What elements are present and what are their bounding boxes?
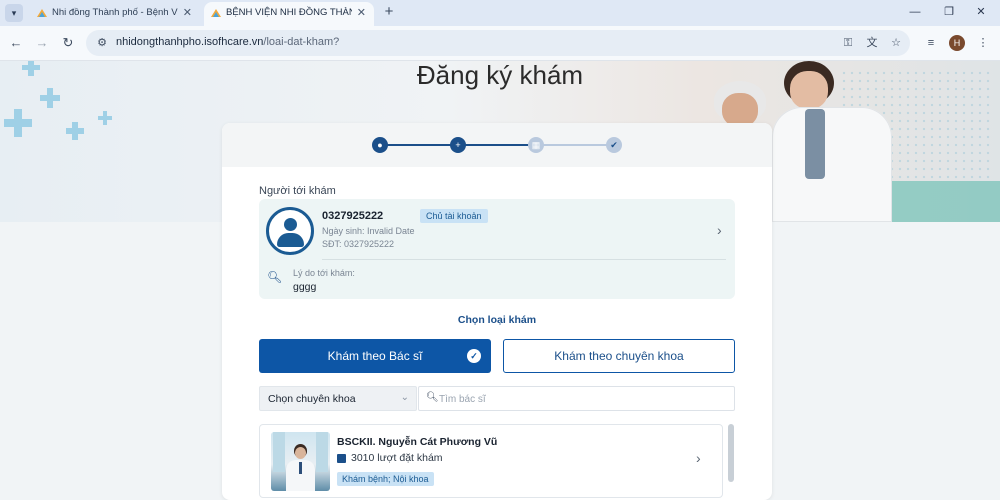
by-doctor-button[interactable]: Khám theo Bác sĩ ✓ — [259, 339, 491, 373]
translate-icon[interactable]: 文 — [864, 35, 880, 51]
more-menu-icon[interactable]: ⋮ — [975, 35, 991, 51]
step-patient: ● — [372, 137, 388, 153]
forward-arrow-icon[interactable]: → — [33, 34, 51, 52]
step-connector — [543, 144, 613, 146]
booking-card: ● + ▦ ✔ Người tới khám 0327925222 Chủ tà… — [222, 123, 772, 500]
restore-icon[interactable]: ❐ — [938, 3, 960, 21]
chevron-right-icon[interactable]: › — [717, 222, 722, 238]
tab-title: BỆNH VIỆN NHI ĐỒNG THÀNH — [226, 7, 352, 18]
address-bar[interactable]: ⚙ nhidongthanhpho.isofhcare.vn/loai-dat-… — [86, 30, 910, 56]
page-title: Đăng ký khám — [416, 60, 584, 90]
chevron-down-icon: ⌄ — [400, 392, 409, 403]
divider — [322, 259, 726, 260]
patient-phone: 0327925222 — [322, 210, 384, 222]
reason-label: Lý do tới khám: — [293, 268, 355, 278]
tab-close-icon[interactable]: ✕ — [183, 2, 192, 24]
back-arrow-icon[interactable]: ← — [7, 34, 25, 52]
calendar-icon — [337, 454, 346, 463]
stepper: ● + ▦ ✔ — [222, 123, 772, 167]
decor-cross — [47, 88, 53, 108]
doctor-name: BSCKII. Nguyễn Cát Phương Vũ — [337, 436, 498, 448]
url-text: nhidongthanhpho.isofhcare.vn/loai-dat-kh… — [116, 36, 340, 48]
plus-icon: + — [455, 140, 461, 150]
minimize-icon[interactable]: — — [904, 3, 926, 21]
patient-label: Người tới khám — [259, 185, 336, 197]
patient-box[interactable]: 0327925222 Chủ tài khoản Ngày sinh: Inva… — [259, 199, 735, 299]
site-settings-icon[interactable]: ⚙ — [94, 35, 110, 51]
browser-toolbar: ← → ↻ ⚙ nhidongthanhpho.isofhcare.vn/loa… — [0, 26, 1000, 61]
hospital-favicon-icon — [37, 9, 47, 17]
doctor-photo — [271, 432, 330, 491]
patient-face-image — [722, 93, 758, 127]
profile-avatar[interactable]: H — [949, 35, 965, 51]
step-connector — [387, 144, 457, 146]
tab-close-icon[interactable]: ✕ — [357, 2, 366, 24]
doctor-scrubs-image — [805, 109, 825, 179]
reading-list-icon[interactable]: ≡ — [923, 35, 939, 51]
password-key-icon[interactable]: ⚿ — [840, 35, 856, 51]
search-reason-icon: 🔍︎ — [267, 270, 283, 284]
by-specialty-button[interactable]: Khám theo chuyên khoa — [503, 339, 735, 373]
tab-nhidong-2-active[interactable]: BỆNH VIỆN NHI ĐỒNG THÀNH ✕ — [204, 2, 374, 26]
decor-cross — [14, 109, 22, 137]
by-doctor-label: Khám theo Bác sĩ — [327, 349, 423, 363]
close-window-icon[interactable]: ✕ — [970, 3, 992, 21]
choose-type-label: Chọn loại khám — [457, 314, 537, 326]
tab-nhidong-1[interactable]: Nhi đồng Thành phố - Bệnh Việ ✕ — [30, 2, 200, 26]
doctor-bookings: 3010 lượt đặt khám — [351, 452, 443, 464]
browser-tab-bar: ▾ Nhi đồng Thành phố - Bệnh Việ ✕ BỆNH V… — [0, 0, 1000, 26]
check-circle-icon: ✓ — [467, 349, 481, 363]
chevron-right-icon[interactable]: › — [696, 450, 701, 466]
calendar-icon: ▦ — [531, 140, 541, 150]
step-schedule: ▦ — [528, 137, 544, 153]
patient-sdt: SĐT: 0327925222 — [322, 239, 395, 249]
doctor-specialty-tag: Khám bệnh; Nội khoa — [337, 472, 434, 486]
by-specialty-label: Khám theo chuyên khoa — [554, 349, 684, 363]
decor-cross — [72, 122, 78, 140]
doctor-search-input[interactable] — [439, 390, 719, 408]
user-icon: ● — [377, 140, 383, 150]
step-connector — [465, 144, 535, 146]
doctor-coat-image — [772, 107, 892, 222]
tab-title: Nhi đồng Thành phố - Bệnh Việ — [52, 7, 178, 18]
step-confirm: ✔ — [606, 137, 622, 153]
decor-cross — [103, 111, 107, 125]
new-tab-button[interactable]: + — [380, 3, 398, 21]
specialty-select-value: Chọn chuyên khoa — [268, 393, 356, 405]
tab-search-chevron-icon[interactable]: ▾ — [5, 4, 23, 22]
user-avatar-icon — [266, 207, 314, 255]
list-scrollbar[interactable] — [728, 424, 734, 482]
doctor-list-item[interactable]: BSCKII. Nguyễn Cát Phương Vũ 3010 lượt đ… — [259, 424, 723, 498]
patient-dob: Ngày sinh: Invalid Date — [322, 226, 415, 236]
search-icon: 🔍︎ — [426, 392, 439, 403]
step-service: + — [450, 137, 466, 153]
check-icon: ✔ — [610, 140, 618, 150]
hospital-favicon-icon — [211, 9, 221, 17]
bookmark-star-icon[interactable]: ☆ — [888, 35, 904, 51]
specialty-select[interactable]: Chọn chuyên khoa ⌄ — [259, 386, 417, 411]
reason-value: gggg — [293, 281, 317, 293]
doctor-search[interactable]: 🔍︎ — [418, 386, 735, 411]
reload-icon[interactable]: ↻ — [59, 34, 77, 52]
account-owner-badge: Chủ tài khoản — [420, 209, 488, 223]
